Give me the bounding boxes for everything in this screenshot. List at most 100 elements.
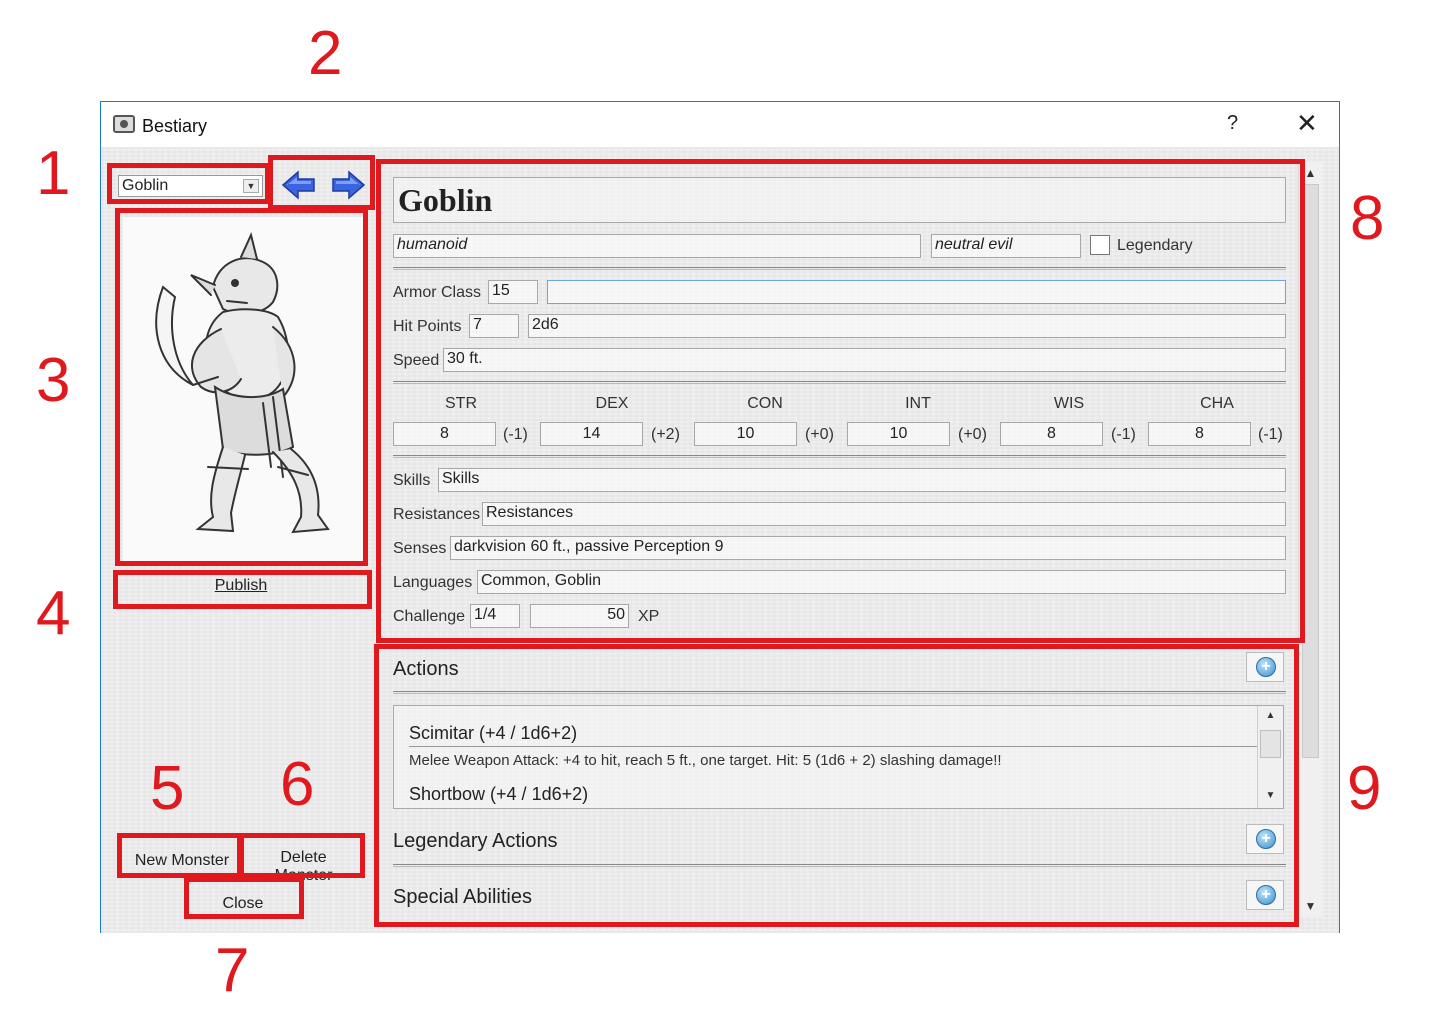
senses-field[interactable]: darkvision 60 ft., passive Perception 9 xyxy=(450,536,1286,560)
ability-dex-field[interactable]: 14 xyxy=(540,422,643,446)
prev-monster-button[interactable] xyxy=(280,169,318,201)
monster-name: Goblin xyxy=(398,182,493,218)
scroll-up-icon[interactable]: ▲ xyxy=(1258,710,1283,721)
divider xyxy=(393,455,1286,458)
scroll-up-icon[interactable]: ▲ xyxy=(1299,166,1322,180)
divider xyxy=(393,381,1286,384)
divider xyxy=(393,691,1286,694)
monster-select-value: Goblin xyxy=(122,177,169,194)
legendary-checkbox[interactable] xyxy=(1090,235,1110,255)
ability-con-field[interactable]: 10 xyxy=(694,422,797,446)
ability-wis-field[interactable]: 8 xyxy=(1000,422,1103,446)
dropdown-arrow-icon[interactable]: ▼ xyxy=(243,179,259,193)
help-icon[interactable]: ? xyxy=(1227,112,1238,135)
scroll-down-icon[interactable]: ▼ xyxy=(1258,790,1283,801)
resistances-label: Resistances xyxy=(393,506,481,523)
legendary-label: Legendary xyxy=(1117,237,1193,254)
new-monster-label: New Monster xyxy=(134,852,230,869)
title-bar: Bestiary ? ✕ xyxy=(101,102,1339,147)
callout-4: 4 xyxy=(36,579,71,648)
action-name[interactable]: Shortbow (+4 / 1d6+2) xyxy=(409,784,588,805)
add-icon: + xyxy=(1256,885,1276,905)
callout-9: 9 xyxy=(1347,754,1382,823)
app-icon xyxy=(113,115,135,133)
ability-int-mod: (+0) xyxy=(958,426,987,443)
divider xyxy=(409,746,1259,747)
languages-label: Languages xyxy=(393,574,473,591)
main-scrollbar[interactable]: ▲ ▼ xyxy=(1298,162,1322,917)
divider xyxy=(393,864,1286,867)
next-arrow-icon xyxy=(332,170,366,200)
challenge-field[interactable]: 1/4 xyxy=(470,604,520,628)
ability-con-label: CON xyxy=(747,395,783,412)
add-legendary-action-button[interactable]: + xyxy=(1246,824,1284,854)
new-monster-button[interactable]: New Monster xyxy=(123,848,241,874)
goblin-illustration xyxy=(155,231,330,534)
delete-monster-label: Delete Monster xyxy=(274,849,333,884)
ability-int-label: INT xyxy=(905,395,931,412)
skills-field[interactable]: Skills xyxy=(438,468,1286,492)
armor-class-notes-field[interactable] xyxy=(547,280,1286,304)
ability-con-mod: (+0) xyxy=(805,426,834,443)
speed-label: Speed xyxy=(393,352,440,369)
ability-str-label: STR xyxy=(445,395,477,412)
hit-dice-field[interactable]: 2d6 xyxy=(528,314,1286,338)
monster-select[interactable]: Goblin ▼ xyxy=(118,175,263,197)
callout-7: 7 xyxy=(215,936,250,1005)
publish-button[interactable]: Publish xyxy=(121,573,361,599)
armor-class-field[interactable]: 15 xyxy=(488,280,538,304)
add-action-button[interactable]: + xyxy=(1246,652,1284,682)
callout-2: 2 xyxy=(308,19,343,88)
scroll-down-icon[interactable]: ▼ xyxy=(1299,899,1322,913)
ability-str-mod: (-1) xyxy=(503,426,528,443)
next-monster-button[interactable] xyxy=(329,169,367,201)
special-abilities-title: Special Abilities xyxy=(393,886,532,908)
callout-3: 3 xyxy=(36,346,71,415)
hit-points-label: Hit Points xyxy=(393,318,462,335)
divider xyxy=(393,267,1286,270)
window-title: Bestiary xyxy=(142,116,208,136)
ability-int-field[interactable]: 10 xyxy=(847,422,950,446)
scroll-thumb[interactable] xyxy=(1302,184,1319,758)
hit-points-field[interactable]: 7 xyxy=(469,314,519,338)
close-button[interactable]: Close xyxy=(187,891,299,917)
add-icon: + xyxy=(1256,657,1276,677)
speed-field[interactable]: 30 ft. xyxy=(443,348,1286,372)
add-special-ability-button[interactable]: + xyxy=(1246,880,1284,910)
delete-monster-button[interactable]: Delete Monster xyxy=(246,848,361,884)
ability-cha-field[interactable]: 8 xyxy=(1148,422,1251,446)
scroll-thumb[interactable] xyxy=(1260,730,1281,758)
publish-label: Publish xyxy=(214,577,268,594)
ability-dex-mod: (+2) xyxy=(651,426,680,443)
ability-wis-mod: (-1) xyxy=(1111,426,1136,443)
resistances-field[interactable]: Resistances xyxy=(482,502,1286,526)
monster-portrait xyxy=(123,217,363,563)
actions-list: Scimitar (+4 / 1d6+2) Melee Weapon Attac… xyxy=(393,705,1284,809)
ability-wis-label: WIS xyxy=(1053,395,1085,412)
languages-field[interactable]: Common, Goblin xyxy=(477,570,1286,594)
legendary-actions-title: Legendary Actions xyxy=(393,830,558,852)
prev-arrow-icon xyxy=(281,170,315,200)
ability-cha-mod: (-1) xyxy=(1258,426,1283,443)
callout-5: 5 xyxy=(150,754,185,823)
ability-cha-label: CHA xyxy=(1200,395,1234,412)
close-icon[interactable]: ✕ xyxy=(1296,108,1318,139)
callout-1: 1 xyxy=(36,139,71,208)
skills-label: Skills xyxy=(393,472,431,489)
alignment-field[interactable]: neutral evil xyxy=(931,234,1081,258)
actions-scrollbar[interactable]: ▲ ▼ xyxy=(1257,706,1283,808)
xp-label: XP xyxy=(638,608,660,625)
ability-dex-label: DEX xyxy=(595,395,629,412)
ability-str-field[interactable]: 8 xyxy=(393,422,496,446)
callout-8: 8 xyxy=(1350,184,1385,253)
senses-label: Senses xyxy=(393,540,447,557)
monster-name-field[interactable]: Goblin xyxy=(393,177,1286,223)
action-name[interactable]: Scimitar (+4 / 1d6+2) xyxy=(409,723,577,744)
monster-type-field[interactable]: humanoid xyxy=(393,234,921,258)
actions-title: Actions xyxy=(393,658,459,680)
callout-6: 6 xyxy=(280,750,315,819)
action-description: Melee Weapon Attack: +4 to hit, reach 5 … xyxy=(409,752,1002,769)
xp-field[interactable]: 50 xyxy=(530,604,629,628)
add-icon: + xyxy=(1256,829,1276,849)
armor-class-label: Armor Class xyxy=(393,284,482,301)
